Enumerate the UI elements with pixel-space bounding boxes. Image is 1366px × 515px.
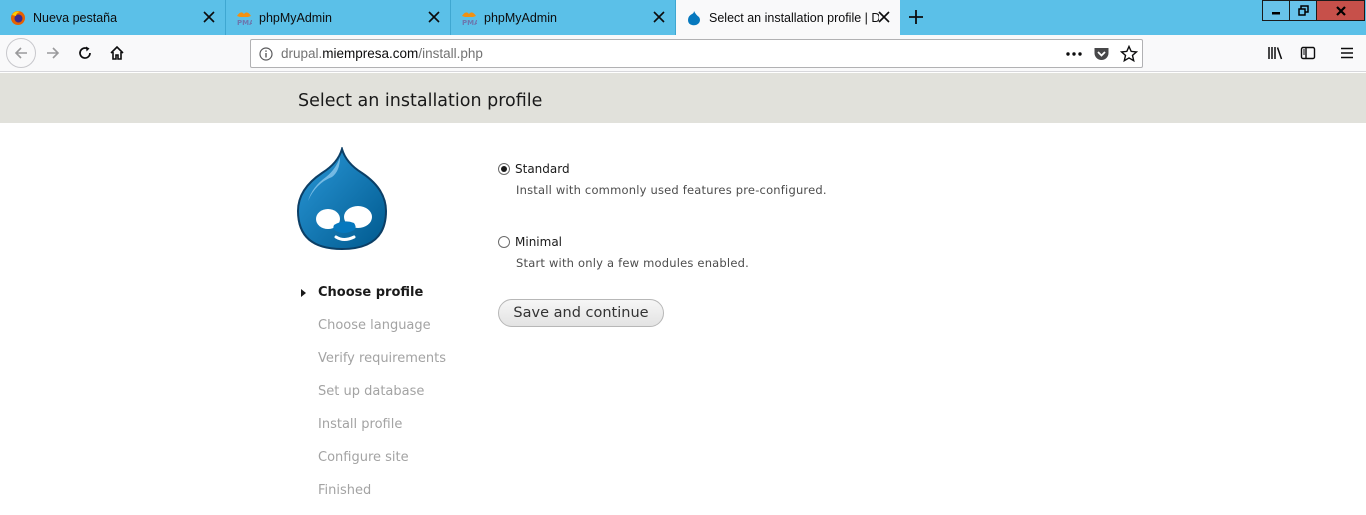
option-description: Start with only a few modules enabled. — [516, 256, 749, 270]
home-button[interactable] — [103, 39, 131, 67]
step-label: Install profile — [318, 417, 403, 432]
bookmark-star-icon[interactable] — [1120, 44, 1138, 63]
restore-button[interactable] — [1290, 0, 1317, 21]
library-icon — [1268, 47, 1283, 60]
minimize-button[interactable] — [1262, 0, 1290, 21]
url-path: /install.php — [418, 46, 483, 61]
step-finished: Finished — [298, 482, 446, 515]
page-title: Select an installation profile — [298, 91, 543, 111]
radio-standard[interactable] — [498, 163, 510, 175]
restore-icon — [1297, 5, 1309, 16]
close-icon[interactable] — [651, 9, 667, 25]
forward-arrow-icon — [47, 47, 60, 59]
drupal-icon — [686, 10, 702, 26]
step-label: Choose language — [318, 318, 431, 333]
minimize-icon — [1272, 11, 1280, 14]
step-choose-profile: Choose profile — [298, 284, 446, 317]
url-subdomain: drupal. — [281, 46, 323, 61]
radio-selected-dot — [501, 166, 507, 172]
hamburger-menu-icon — [1341, 47, 1353, 59]
step-verify-requirements: Verify requirements — [298, 350, 446, 383]
step-label: Finished — [318, 483, 372, 498]
step-label: Configure site — [318, 450, 409, 465]
tab-title: Select an installation profile | Dr — [709, 10, 879, 25]
pocket-icon[interactable] — [1093, 46, 1110, 62]
sidebar-icon — [1300, 46, 1316, 60]
step-label: Verify requirements — [318, 351, 447, 366]
info-icon[interactable] — [251, 46, 281, 61]
drupal-logo — [296, 145, 388, 251]
step-set-up-database: Set up database — [298, 383, 446, 416]
tab-strip: Nueva pestaña PMA phpMyAdmin PMA phpMyAd… — [0, 0, 1366, 35]
tab-phpmyadmin-2[interactable]: PMA phpMyAdmin — [451, 0, 676, 35]
home-icon — [110, 45, 124, 60]
forward-button[interactable] — [39, 39, 67, 67]
step-configure-site: Configure site — [298, 449, 446, 482]
save-and-continue-button[interactable]: Save and continue — [498, 299, 664, 327]
phpmyadmin-icon: PMA — [236, 10, 252, 26]
new-tab-button[interactable] — [904, 5, 928, 29]
firefox-icon — [10, 10, 26, 26]
url-bar[interactable]: drupal.miempresa.com/install.php — [250, 39, 1143, 68]
url-domain: miempresa.com — [322, 46, 419, 61]
sidebar-button[interactable] — [1294, 39, 1322, 67]
option-label[interactable]: Standard — [515, 162, 570, 176]
navigation-bar: drupal.miempresa.com/install.php — [0, 35, 1366, 72]
plus-icon — [909, 10, 923, 24]
menu-button[interactable] — [1333, 39, 1361, 67]
radio-minimal[interactable] — [498, 236, 510, 248]
install-steps-list: Choose profile Choose language Verify re… — [298, 284, 446, 515]
option-standard: Standard Install with commonly used feat… — [498, 160, 898, 197]
option-label[interactable]: Minimal — [515, 235, 562, 249]
page-actions-icon[interactable] — [1065, 46, 1083, 62]
step-install-profile: Install profile — [298, 416, 446, 449]
close-icon[interactable] — [876, 9, 892, 25]
tab-title: phpMyAdmin — [484, 10, 557, 25]
tab-drupal-install[interactable]: Select an installation profile | Dr — [676, 0, 900, 35]
reload-button[interactable] — [71, 39, 99, 67]
option-minimal: Minimal Start with only a few modules en… — [498, 233, 898, 270]
url-text[interactable]: drupal.miempresa.com/install.php — [281, 46, 483, 61]
library-button[interactable] — [1262, 39, 1290, 67]
step-label: Set up database — [318, 384, 425, 399]
reload-icon — [79, 46, 91, 59]
current-step-arrow-icon — [301, 289, 306, 297]
step-choose-language: Choose language — [298, 317, 446, 350]
close-window-button[interactable] — [1317, 0, 1365, 21]
close-icon[interactable] — [201, 9, 217, 25]
close-icon — [1335, 5, 1346, 16]
close-icon[interactable] — [426, 9, 442, 25]
step-label: Choose profile — [318, 285, 424, 300]
phpmyadmin-icon: PMA — [461, 10, 477, 26]
svg-text:PMA: PMA — [462, 19, 477, 26]
page-header: Select an installation profile — [0, 73, 1366, 123]
option-description: Install with commonly used features pre-… — [516, 183, 827, 197]
svg-text:PMA: PMA — [237, 19, 252, 26]
tab-title: Nueva pestaña — [33, 10, 118, 25]
tab-nueva-pestana[interactable]: Nueva pestaña — [0, 0, 226, 35]
tab-phpmyadmin-1[interactable]: PMA phpMyAdmin — [226, 0, 451, 35]
back-button[interactable] — [6, 38, 36, 68]
tab-title: phpMyAdmin — [259, 10, 332, 25]
back-arrow-icon — [14, 47, 27, 59]
